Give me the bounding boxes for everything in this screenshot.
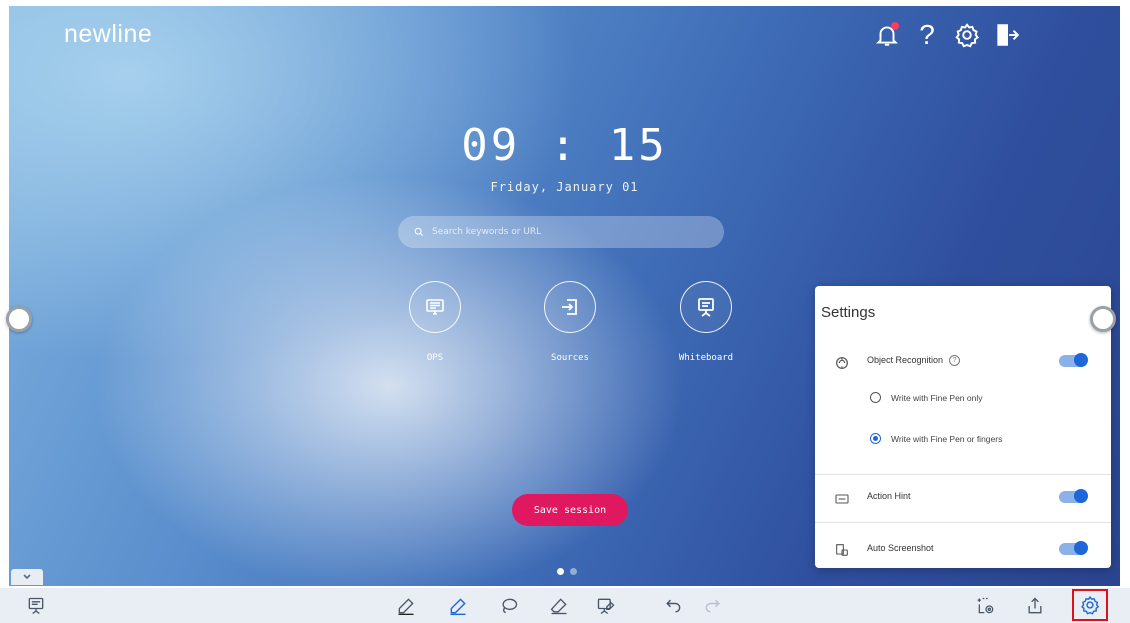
radio-fine-pen-or-fingers[interactable]: Write with Fine Pen or fingers (870, 433, 1002, 444)
whiteboard-toolbar-button[interactable] (24, 594, 48, 618)
settings-title: Settings (821, 304, 876, 321)
page-dot-1[interactable] (557, 568, 564, 575)
object-recognition-toggle[interactable] (1059, 353, 1088, 367)
chevron-down-icon (23, 574, 31, 580)
notification-button[interactable] (867, 18, 907, 52)
object-recognition-label: Object Recognition? (867, 355, 961, 367)
collapse-toolbar-tab[interactable] (11, 569, 43, 585)
whiteboard-app-button[interactable] (680, 281, 732, 333)
radio-label: Write with Fine Pen only (891, 392, 983, 403)
action-hint-toggle[interactable] (1059, 489, 1088, 503)
app-label-ops: OPS (426, 353, 444, 363)
undo-button[interactable] (661, 594, 685, 618)
exit-icon (997, 24, 1020, 46)
object-recognition-text: Object Recognition (867, 355, 944, 365)
pen-icon (398, 598, 414, 615)
ops-app-button[interactable] (409, 281, 461, 333)
newline-logo: newline (64, 20, 153, 48)
bottom-toolbar (0, 588, 1130, 623)
help-button[interactable]: ? (907, 18, 947, 52)
app-whiteboard[interactable]: Whiteboard (646, 281, 766, 363)
share-icon (1028, 597, 1042, 614)
search-icon (414, 227, 424, 237)
whiteboard-icon (28, 597, 44, 615)
screen-annotate-icon (597, 598, 615, 615)
page-indicator (557, 568, 577, 575)
eraser-icon (550, 598, 567, 615)
eraser-button[interactable] (547, 594, 571, 618)
undo-icon (666, 599, 681, 613)
divider (815, 474, 1111, 475)
share-button[interactable] (1023, 594, 1047, 618)
save-session-button[interactable]: Save session (512, 494, 628, 526)
app-label-sources: Sources (551, 353, 589, 363)
fine-pen-icon (450, 598, 466, 616)
sources-icon (562, 299, 577, 315)
settings-panel: Settings Object Recognition? Write with … (815, 286, 1111, 568)
question-icon: ? (919, 19, 935, 50)
search-bar[interactable] (398, 216, 724, 248)
whiteboard-icon (698, 298, 714, 317)
divider (815, 522, 1111, 523)
lasso-icon (502, 598, 518, 614)
action-hint-label: Action Hint (867, 491, 911, 501)
search-input[interactable] (432, 227, 692, 237)
sources-app-button[interactable] (544, 281, 596, 333)
fine-pen-button[interactable] (446, 594, 470, 618)
top-settings-button[interactable] (947, 18, 987, 52)
pen-button[interactable] (394, 594, 418, 618)
app-label-whiteboard: Whiteboard (678, 353, 734, 363)
redo-button[interactable] (701, 594, 725, 618)
radio-fine-pen-only[interactable]: Write with Fine Pen only (870, 392, 983, 403)
exit-button[interactable] (987, 18, 1027, 52)
settings-icon (1081, 595, 1100, 615)
screenshot-icon (977, 597, 994, 614)
app-sources[interactable]: Sources (510, 281, 630, 363)
right-side-handle[interactable] (1090, 306, 1116, 332)
clock-time: 09 : 15 (461, 120, 668, 171)
action-hint-icon (833, 490, 851, 508)
left-side-handle[interactable] (6, 306, 32, 332)
radio-button[interactable] (870, 392, 881, 403)
page-dot-2[interactable] (570, 568, 577, 575)
auto-screenshot-toggle[interactable] (1059, 541, 1088, 555)
gear-icon (955, 23, 979, 48)
screenshot-button[interactable] (974, 594, 998, 618)
object-recognition-icon (833, 354, 851, 372)
top-bar: ? (867, 18, 1027, 52)
redo-icon (705, 599, 720, 613)
auto-screenshot-label: Auto Screenshot (867, 543, 934, 553)
radio-label: Write with Fine Pen or fingers (891, 433, 1003, 444)
app-ops[interactable]: OPS (375, 281, 495, 363)
auto-screenshot-icon (833, 541, 851, 559)
notification-badge (891, 22, 899, 30)
ops-icon (426, 299, 444, 315)
toolbar-settings-button[interactable] (1072, 589, 1108, 621)
lasso-button[interactable] (497, 594, 521, 618)
screen-annotate-button[interactable] (594, 594, 618, 618)
clock-date: Friday, January 01 (490, 180, 639, 194)
radio-button-selected[interactable] (870, 433, 881, 444)
help-icon[interactable]: ? (949, 355, 961, 367)
